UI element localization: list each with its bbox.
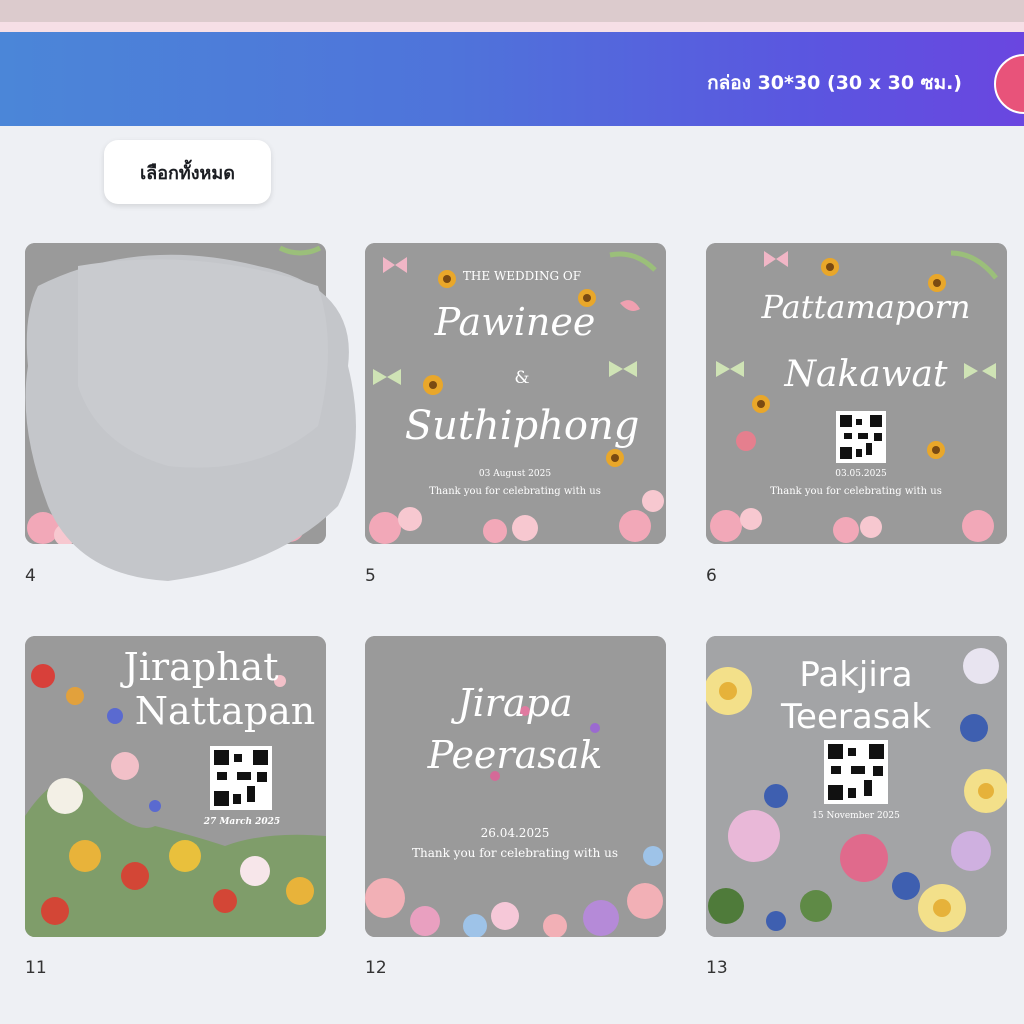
qr-code-image xyxy=(836,411,886,463)
browser-top-border xyxy=(0,22,1024,32)
name-first: Pattamaporn xyxy=(760,288,970,326)
name-second: Nattapan xyxy=(135,689,316,733)
page-thumbnail-13[interactable]: Pakjira Teerasak 15 November 2025 xyxy=(706,636,1007,937)
name-second: Teerasak xyxy=(780,697,931,737)
thank-you-text: Thank you for celebrating with us xyxy=(412,846,618,860)
page-12-artwork: Jirapa Peerasak 26.04.2025 Thank you for… xyxy=(365,636,666,937)
page-thumbnail-12[interactable]: Jirapa Peerasak 26.04.2025 Thank you for… xyxy=(365,636,666,937)
top-header-bar: กล่อง 30*30 (30 x 30 ซม.) xyxy=(0,32,1024,126)
name-first: Pakjira xyxy=(799,655,912,695)
page-number: 5 xyxy=(365,566,376,586)
event-date: 03 August 2025 xyxy=(479,469,551,479)
redaction-scribble xyxy=(25,254,356,581)
page-thumbnail-5[interactable]: THE WEDDING OF Pawinee & Suthiphong 03 A… xyxy=(365,243,666,544)
page-number: 4 xyxy=(25,566,36,586)
qr-code-image xyxy=(210,746,272,810)
browser-top-strip xyxy=(0,0,1024,22)
select-all-button[interactable]: เลือกทั้งหมด xyxy=(104,140,271,204)
wedding-of-label: THE WEDDING OF xyxy=(463,269,581,283)
name-second: Suthiphong xyxy=(405,403,640,449)
page-number: 13 xyxy=(706,958,728,978)
page-number: 12 xyxy=(365,958,387,978)
page-6-artwork: Pattamaporn Nakawat 03.05.2025 Thank you… xyxy=(706,243,1007,544)
ampersand: & xyxy=(514,368,529,388)
name-first: Jiraphat xyxy=(120,645,279,689)
thank-you-text: Thank you for celebrating with us xyxy=(429,486,601,497)
thank-you-text: Thank you for celebrating with us xyxy=(770,486,942,497)
event-date: 15 November 2025 xyxy=(812,811,900,821)
name-second: Peerasak xyxy=(427,733,603,777)
page-thumbnail-6[interactable]: Pattamaporn Nakawat 03.05.2025 Thank you… xyxy=(706,243,1007,544)
page-5-artwork: THE WEDDING OF Pawinee & Suthiphong 03 A… xyxy=(365,243,666,544)
name-second: Nakawat xyxy=(784,354,949,395)
qr-code-image xyxy=(824,740,888,804)
name-first: Pawinee xyxy=(434,300,596,344)
page-13-artwork: Pakjira Teerasak 15 November 2025 xyxy=(706,636,1007,937)
page-number: 11 xyxy=(25,958,47,978)
page-number: 6 xyxy=(706,566,717,586)
page-11-artwork: Jiraphat Nattapan 27 March 2025 xyxy=(25,636,326,937)
event-date: 27 March 2025 xyxy=(203,817,280,827)
event-date: 26.04.2025 xyxy=(481,826,550,840)
event-date: 03.05.2025 xyxy=(835,469,887,479)
header-action-button[interactable] xyxy=(994,54,1024,114)
name-first: Jirapa xyxy=(450,681,572,725)
page-thumbnail-11[interactable]: Jiraphat Nattapan 27 March 2025 xyxy=(25,636,326,937)
design-size-title[interactable]: กล่อง 30*30 (30 x 30 ซม.) xyxy=(707,68,962,98)
